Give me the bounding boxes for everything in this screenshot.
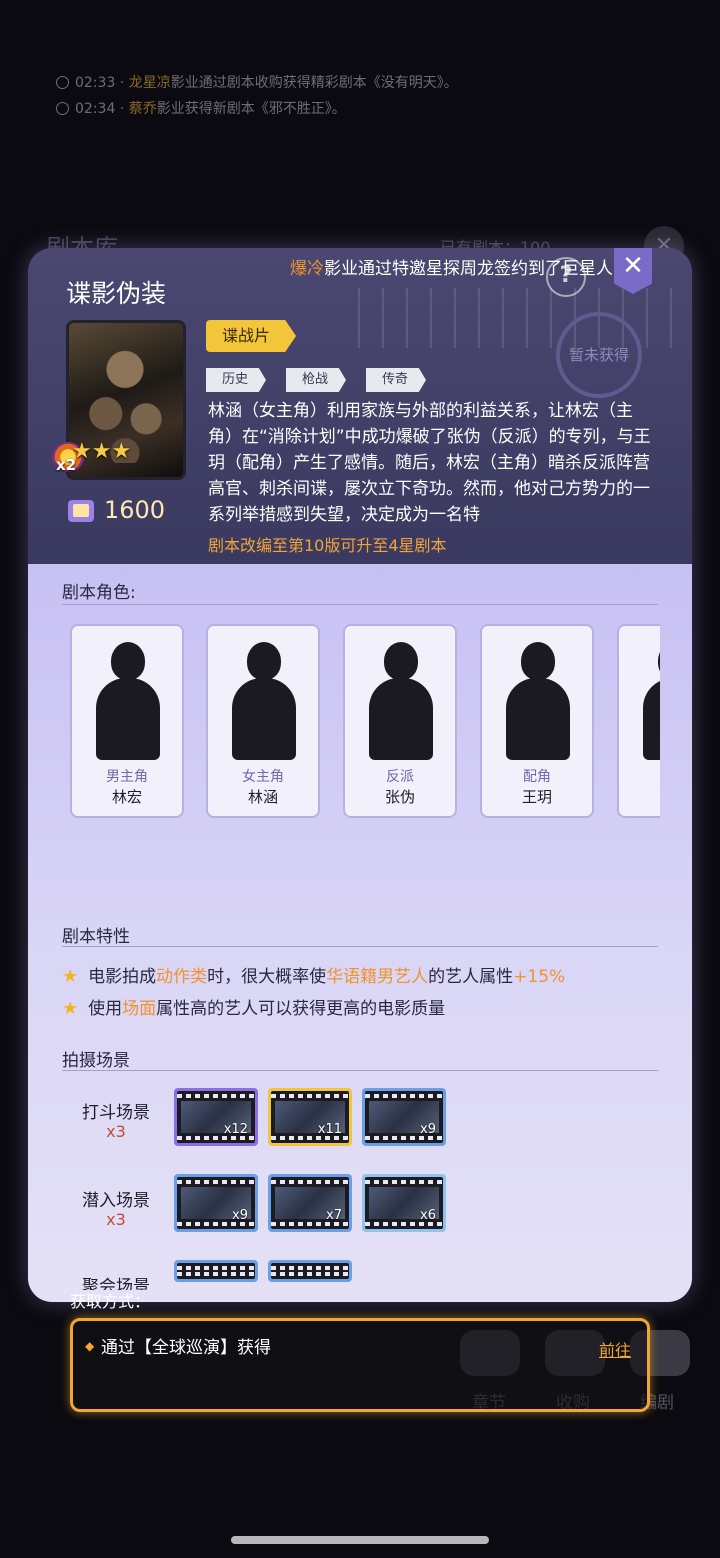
role-type: 女主角 (242, 769, 284, 785)
role-name: 张伪 (384, 788, 415, 806)
tag-history: 历史 (206, 368, 267, 392)
scene-film-card[interactable]: x6 (362, 1174, 446, 1232)
genre-tag: 谍战片 (206, 320, 297, 352)
scene-name: 打斗场景 (82, 1103, 150, 1123)
home-indicator[interactable] (231, 1536, 489, 1544)
scene-film-card[interactable]: x12 (174, 1088, 258, 1146)
roles-list[interactable]: 男主角 林宏 女主角 林涵 反派 张伪 配角 王玥 刘 (70, 624, 660, 824)
roles-title: 剧本角色: (62, 583, 136, 603)
trait-item: ★ 电影拍成动作类时，很大概率使华语籍男艺人的艺人属性+15% (62, 966, 566, 987)
role-card[interactable]: 反派 张伪 (343, 624, 457, 818)
scene-film-card[interactable]: x11 (268, 1088, 352, 1146)
divider (62, 1070, 658, 1071)
person-silhouette-icon (367, 642, 435, 760)
person-silhouette-icon (504, 642, 572, 760)
role-name: 刘 (615, 786, 660, 807)
person-silhouette-icon (230, 642, 298, 760)
question-icon: ? (559, 263, 573, 288)
news-feed: 02:33 · 龙星凉影业通过剧本收购获得精彩剧本《没有明天》。 02:34 ·… (0, 60, 720, 130)
role-name: 林涵 (247, 788, 278, 806)
role-type: 男主角 (106, 769, 148, 785)
scene-film-card[interactable]: x9 (174, 1174, 258, 1232)
role-type: 反派 (386, 769, 414, 785)
script-title: 谍影伪装 (66, 279, 167, 308)
help-button[interactable]: ? (546, 257, 586, 297)
book-icon (68, 500, 94, 522)
divider (62, 604, 658, 605)
scene-film-card[interactable]: x7 (268, 1174, 352, 1232)
person-silhouette-icon (94, 642, 162, 760)
clock-icon (56, 102, 69, 115)
divider (62, 946, 658, 947)
status-badge: 暂未获得 (556, 312, 642, 398)
script-detail-dialog: 爆冷影业通过特邀星探周龙签约到了巨星人 ? ✕ 谍影伪装 x2 ★★★ 1600… (28, 248, 692, 1302)
script-details-panel: 剧本角色: 男主角 林宏 女主角 林涵 反派 张伪 配角 王玥 剧本特性 ★ 电… (28, 564, 692, 1302)
star-icon: ★ (62, 998, 79, 1019)
scene-film-card[interactable] (174, 1260, 258, 1282)
trait-item: ★ 使用场面属性高的艺人可以获得更高的电影质量 (62, 998, 446, 1019)
star-rating: ★★★ (72, 439, 132, 464)
person-silhouette-icon (641, 642, 660, 760)
scene-film-card[interactable] (268, 1260, 352, 1282)
star-icon: ★ (62, 966, 79, 987)
role-card[interactable]: 刘 (617, 624, 660, 818)
clock-icon (56, 76, 69, 89)
scene-film-card[interactable]: x9 (362, 1088, 446, 1146)
scenes-title: 拍摄场景 (62, 1051, 130, 1071)
diamond-bullet-icon: ◆ (85, 1339, 95, 1353)
obtain-method-text: 通过【全球巡演】获得 (101, 1338, 271, 1358)
script-cost: 1600 (104, 496, 166, 524)
role-card[interactable]: 男主角 林宏 (70, 624, 184, 818)
role-name: 王玥 (521, 788, 552, 806)
close-icon: ✕ (622, 251, 644, 281)
script-header: 爆冷影业通过特邀星探周龙签约到了巨星人 ? ✕ 谍影伪装 x2 ★★★ 1600… (28, 248, 692, 564)
news-item: 02:34 · 蔡乔影业获得新剧本《邪不胜正》。 (56, 98, 346, 118)
obtain-title: 获取方式： (70, 1292, 151, 1311)
traits-title: 剧本特性 (62, 927, 130, 947)
upgrade-hint: 剧本改编至第10版可升至4星剧本 (208, 536, 447, 555)
tag-gunfight: 枪战 (286, 368, 347, 392)
role-card[interactable]: 女主角 林涵 (206, 624, 320, 818)
role-name: 林宏 (111, 788, 142, 806)
role-type: 配角 (523, 769, 551, 785)
scene-multiplier: x3 (106, 1210, 126, 1229)
scene-name: 潜入场景 (82, 1191, 150, 1211)
scene-multiplier: x3 (106, 1122, 126, 1141)
script-description: 林涵（女主角）利用家族与外部的利益关系，让林宏（主角）在“消除计划”中成功爆破了… (208, 401, 651, 525)
tag-legend: 传奇 (366, 368, 427, 392)
go-link[interactable]: 前往 (599, 1337, 631, 1361)
obtain-method-panel: ◆ 通过【全球巡演】获得 前往 (70, 1318, 650, 1412)
role-card[interactable]: 配角 王玥 (480, 624, 594, 818)
news-item: 02:33 · 龙星凉影业通过剧本收购获得精彩剧本《没有明天》。 (56, 72, 458, 92)
